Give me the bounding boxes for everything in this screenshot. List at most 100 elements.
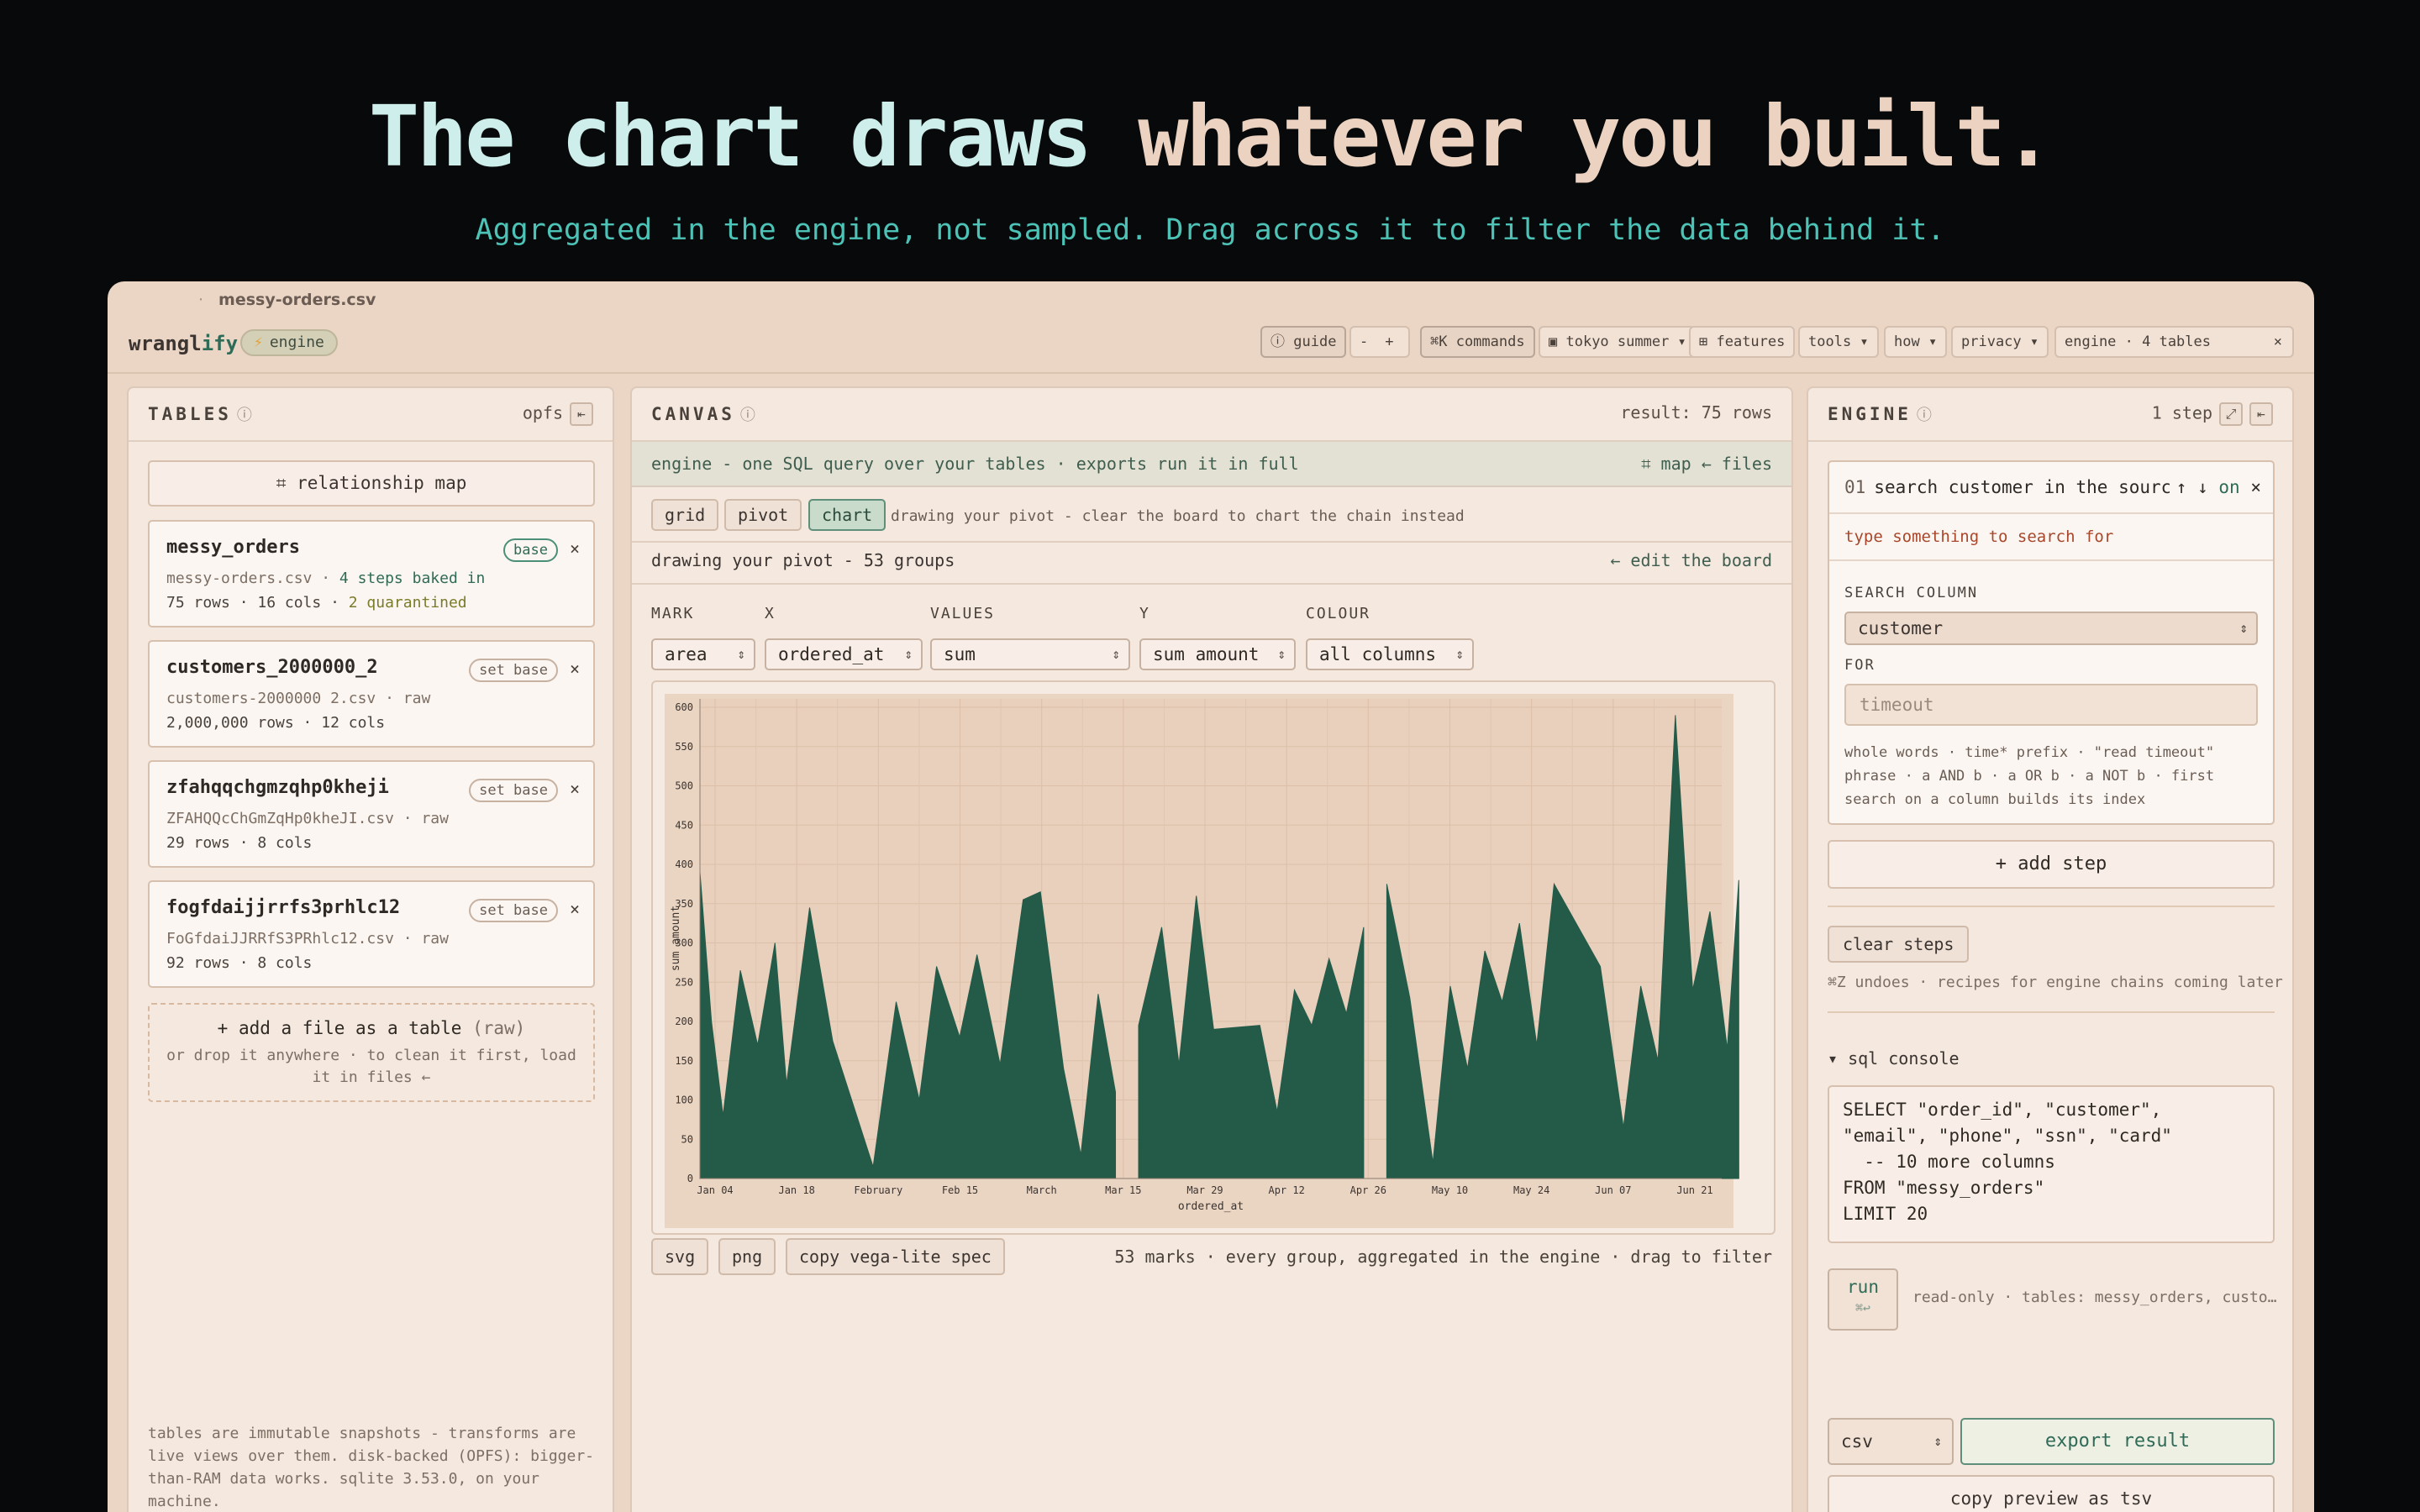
mode-pivot-button[interactable]: pivot [724, 499, 802, 531]
select-caret-icon: ⇕ [904, 646, 913, 662]
set-base-button[interactable]: set base [469, 779, 558, 802]
mark-label: MARK [651, 605, 695, 622]
theme-select[interactable]: ▣ tokyo summer ▾ [1539, 326, 1697, 358]
table-card[interactable]: zfahqqchgmzqhp0kheji set base × ZFAHQQcC… [148, 760, 595, 868]
collapse-panel-icon[interactable]: ⇤ [2249, 402, 2273, 426]
close-icon[interactable]: × [2250, 477, 2261, 497]
close-icon[interactable]: × [2274, 328, 2282, 356]
search-column-select[interactable]: customer ⇕ [1844, 612, 2258, 645]
search-input[interactable]: timeout [1844, 684, 2258, 726]
app-window: · messy-orders.csv wranglify ⚡ engine ⓘ gu… [108, 281, 2314, 1512]
brand-logo[interactable]: wranglify [129, 332, 238, 355]
colour-label: COLOUR [1306, 605, 1371, 622]
sql-editor[interactable]: SELECT "order_id", "customer", "email", … [1828, 1085, 2275, 1243]
map-files-link[interactable]: ⌗ map ← files [1641, 442, 1772, 486]
engine-title: ENGINE [1828, 404, 1912, 424]
engine-banner: engine - one SQL query over your tables … [632, 442, 1791, 487]
step-title: search customer in the source [1874, 477, 2182, 497]
table-card[interactable]: customers_2000000_2 set base × customers… [148, 640, 595, 748]
zoom-out-button[interactable]: - [1360, 333, 1368, 350]
export-result-button[interactable]: export result [1960, 1418, 2275, 1465]
colour-select[interactable]: all columns ⇕ [1306, 638, 1474, 670]
engine-mode-pill[interactable]: ⚡ engine [240, 329, 338, 356]
engine-status-chip[interactable]: engine · 4 tables × [2054, 326, 2294, 358]
table-quarantined: 2 quarantined [348, 594, 467, 612]
tools-menu[interactable]: tools ▾ [1798, 326, 1879, 358]
steps-counter: 1 step ⤢ ⇤ [2152, 402, 2273, 426]
info-icon[interactable]: ⓘ [237, 407, 252, 424]
close-icon[interactable]: × [570, 659, 580, 679]
bolt-icon: ⚡ [254, 333, 263, 351]
colour-value: all columns [1319, 644, 1437, 664]
collapse-panel-icon[interactable]: ⇤ [570, 402, 593, 426]
table-file: customers-2000000 2.csv [166, 690, 376, 707]
mode-grid-button[interactable]: grid [651, 499, 719, 531]
base-badge[interactable]: base [503, 538, 558, 562]
zoom-in-button[interactable]: + [1385, 333, 1393, 350]
set-base-button[interactable]: set base [469, 899, 558, 922]
close-icon[interactable]: × [570, 899, 580, 919]
close-icon[interactable]: × [570, 538, 580, 559]
values-label: VALUES [930, 605, 996, 622]
mark-select[interactable]: area ⇕ [651, 638, 755, 670]
info-icon[interactable]: ⓘ [1917, 407, 1932, 424]
tables-title: TABLES [148, 404, 232, 424]
add-file-hint: or drop it anywhere · to clean it first,… [166, 1047, 576, 1086]
step-header[interactable]: 01 search customer in the source ↑ ↓ on × [1829, 462, 2273, 514]
run-button[interactable]: run ⌘↩ [1828, 1268, 1898, 1331]
privacy-menu[interactable]: privacy ▾ [1951, 326, 2049, 358]
table-extra: raw [421, 930, 449, 948]
x-select[interactable]: ordered_at ⇕ [765, 638, 923, 670]
marks-note: 53 marks · every group, aggregated in th… [1114, 1247, 1772, 1267]
tables-panel: TABLES ⓘ opfs ⇤ ⌗ relationship map messy_o… [127, 386, 614, 1512]
sql-console-toggle[interactable]: ▾ sql console [1828, 1048, 1960, 1068]
y-select[interactable]: sum amount ⇕ [1139, 638, 1296, 670]
x-tick-label: Apr 12 [1268, 1184, 1304, 1196]
export-png-button[interactable]: png [718, 1238, 776, 1275]
brand-logo-part-b: ify [201, 332, 239, 355]
features-button[interactable]: ⊞ features [1689, 326, 1796, 358]
copy-vega-spec-button[interactable]: copy vega-lite spec [786, 1238, 1005, 1275]
info-icon[interactable]: ⓘ [740, 407, 755, 424]
area-chart[interactable]: 050100150200250300350400450500550600Jan … [653, 682, 1777, 1236]
table-file: ZFAHQQcChGmZqHp0kheJI.csv [166, 810, 394, 827]
x-tick-label: May 10 [1432, 1184, 1468, 1196]
table-card[interactable]: fogfdaijjrrfs3prhlc12 set base × FoGfdai… [148, 880, 595, 988]
commands-button[interactable]: ⌘K commands [1420, 326, 1535, 358]
select-caret-icon: ⇕ [1277, 646, 1286, 662]
hero-title-part-b: whatever you built. [1138, 87, 2054, 186]
expand-icon[interactable]: ⤢ [2219, 402, 2243, 426]
step-toggle-on[interactable]: on [2218, 477, 2239, 497]
values-select[interactable]: sum ⇕ [930, 638, 1130, 670]
table-rows: 75 rows · 16 cols [166, 594, 322, 612]
step-number: 01 [1844, 477, 1866, 497]
engine-banner-text: engine - one SQL query over your tables … [651, 454, 1299, 474]
run-shortcut: ⌘↩ [1854, 1300, 1871, 1315]
chart-container[interactable]: 0 50 100 150 200 250 300 350 400 450 500 550 600 Jan … [651, 680, 1776, 1235]
guide-button[interactable]: ⓘ guide [1260, 326, 1347, 358]
table-extra: raw [421, 810, 449, 827]
move-step-icons[interactable]: ↑ ↓ [2176, 477, 2208, 497]
table-extra: raw [402, 690, 431, 707]
top-bar: wranglify ⚡ engine ⓘ guide - + ⌘K commands… [108, 322, 2314, 374]
relationship-map-button[interactable]: ⌗ relationship map [148, 460, 595, 507]
set-base-button[interactable]: set base [469, 659, 558, 682]
export-format-select[interactable]: csv ⇕ [1828, 1418, 1954, 1465]
y-tick-label: 250 [675, 976, 693, 988]
add-file-dropzone[interactable]: + add a file as a table (raw) or drop it… [148, 1003, 595, 1102]
file-tab[interactable]: · messy-orders.csv [198, 291, 376, 309]
edit-board-link[interactable]: ← edit the board [1610, 550, 1772, 570]
values-value: sum [944, 644, 976, 664]
mode-chart-button[interactable]: chart [808, 499, 886, 531]
close-icon[interactable]: × [570, 779, 580, 799]
table-stats: 29 rows · 8 cols [166, 834, 313, 852]
result-count: result: 75 rows [1620, 402, 1772, 423]
how-menu[interactable]: how ▾ [1884, 326, 1948, 358]
copy-preview-tsv-button[interactable]: copy preview as tsv [1828, 1475, 2275, 1512]
export-svg-button[interactable]: svg [651, 1238, 709, 1275]
y-tick-label: 550 [675, 741, 693, 753]
add-step-button[interactable]: + add step [1828, 840, 2275, 889]
table-card[interactable]: messy_orders base × messy-orders.csv · 4… [148, 520, 595, 627]
clear-steps-button[interactable]: clear steps [1828, 926, 1970, 963]
divider [632, 541, 1791, 543]
